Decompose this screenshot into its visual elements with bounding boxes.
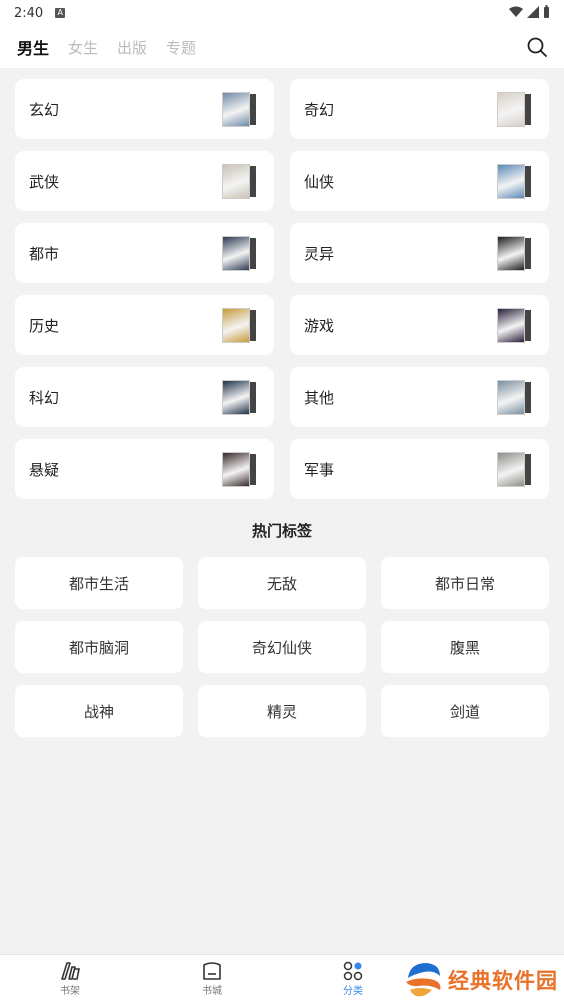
category-cover-image: [222, 164, 256, 199]
category-card[interactable]: 仙侠: [290, 151, 549, 211]
bookshelf-icon: [61, 962, 80, 980]
hot-tags-title: 热门标签: [251, 522, 312, 540]
category-cover-image: [497, 92, 531, 127]
category-label: 军事: [304, 460, 335, 479]
category-cover-image: [497, 308, 531, 343]
tab-topics[interactable]: 专题: [166, 37, 196, 58]
category-label: 都市: [29, 244, 60, 263]
hot-tag-button[interactable]: 无敌: [198, 557, 366, 609]
nav-category[interactable]: 分类: [323, 961, 383, 997]
category-label: 奇幻: [304, 100, 335, 119]
hot-tag-button[interactable]: 都市生活: [15, 557, 183, 609]
bottom-nav: 书架 书城 分类 经典软件园: [0, 954, 564, 1004]
hot-tag-button[interactable]: 奇幻仙侠: [198, 621, 366, 673]
category-label: 武侠: [29, 172, 60, 191]
hot-tag-button[interactable]: 都市脑洞: [15, 621, 183, 673]
hot-tags-grid: 都市生活 无敌 都市日常都市脑洞 奇幻仙侠 腹黑战神 精灵 剑道: [15, 557, 549, 737]
tab-publish[interactable]: 出版: [117, 37, 147, 58]
category-cover-image: [222, 236, 256, 271]
category-label: 其他: [304, 388, 335, 407]
category-card[interactable]: 游戏: [290, 295, 549, 355]
category-icon: [343, 961, 363, 981]
category-card[interactable]: 军事: [290, 439, 549, 499]
category-cover-image: [497, 236, 531, 271]
category-cover-image: [497, 164, 531, 199]
category-label: 游戏: [304, 316, 335, 335]
category-card[interactable]: 灵异: [290, 223, 549, 283]
category-cover-image: [222, 380, 256, 415]
hot-tag-button[interactable]: 腹黑: [381, 621, 549, 673]
nav-bookstore-label: 书城: [202, 986, 222, 997]
watermark-logo-icon: [406, 963, 441, 997]
nav-bookshelf[interactable]: 书架: [40, 961, 100, 997]
status-bar: 2:40 A: [0, 0, 564, 26]
category-label: 历史: [29, 316, 60, 335]
nav-category-label: 分类: [343, 986, 363, 997]
tab-male[interactable]: 男生: [17, 35, 49, 59]
top-tab-bar: 男生 女生 出版 专题: [0, 26, 564, 68]
hot-tag-button[interactable]: 都市日常: [381, 557, 549, 609]
watermark: 经典软件园: [404, 960, 558, 1000]
hot-tag-button[interactable]: 剑道: [381, 685, 549, 737]
hot-tag-button[interactable]: 精灵: [198, 685, 366, 737]
battery-icon: [544, 5, 549, 18]
category-card[interactable]: 都市: [15, 223, 274, 283]
category-card[interactable]: 武侠: [15, 151, 274, 211]
status-icons: [509, 5, 550, 18]
category-card[interactable]: 科幻: [15, 367, 274, 427]
signal-icon: [527, 5, 539, 18]
tab-female[interactable]: 女生: [68, 37, 98, 58]
category-card[interactable]: 其他: [290, 367, 549, 427]
wifi-icon: [509, 6, 523, 17]
hot-tag-button[interactable]: 战神: [15, 685, 183, 737]
category-cover-image: [222, 92, 256, 127]
category-cover-image: [222, 452, 256, 487]
nav-bookstore[interactable]: 书城: [182, 961, 242, 997]
category-grid: 玄幻 奇幻武侠 仙侠都市 灵异历史 游戏科幻 其他悬疑 军事: [15, 79, 549, 499]
category-card[interactable]: 历史: [15, 295, 274, 355]
search-icon[interactable]: [526, 36, 548, 58]
status-time: 2:40: [14, 5, 44, 21]
category-label: 科幻: [29, 388, 60, 407]
category-card[interactable]: 悬疑: [15, 439, 274, 499]
category-label: 灵异: [304, 244, 335, 263]
category-label: 玄幻: [29, 100, 60, 119]
category-cover-image: [497, 380, 531, 415]
notification-icon: A: [55, 8, 66, 18]
nav-bookshelf-label: 书架: [60, 986, 80, 997]
category-label: 仙侠: [304, 172, 335, 191]
watermark-text: 经典软件园: [448, 969, 558, 993]
category-card[interactable]: 奇幻: [290, 79, 549, 139]
category-label: 悬疑: [29, 460, 60, 479]
category-cover-image: [497, 452, 531, 487]
category-cover-image: [222, 308, 256, 343]
category-card[interactable]: 玄幻: [15, 79, 274, 139]
bookstore-icon: [203, 962, 221, 980]
